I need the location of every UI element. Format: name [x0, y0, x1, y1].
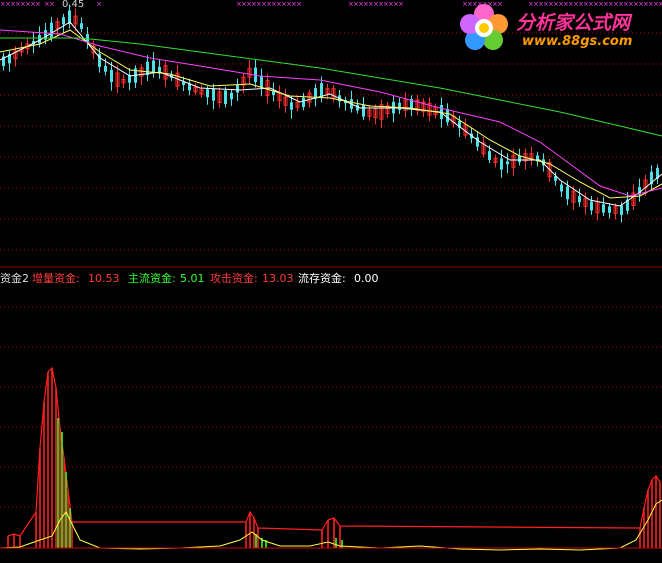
candle-body-down [566, 186, 569, 200]
legend-label-retained: 流存资金: [298, 271, 346, 285]
indicator-name: 资金2 [0, 271, 29, 285]
indicator-grid [0, 306, 662, 508]
flower-logo-icon [460, 4, 508, 50]
candle-body-down [62, 17, 65, 25]
watermark: 分析家公式网 www.88gs.com [458, 2, 662, 54]
candle-body-down [590, 201, 593, 211]
legend-label-mainstream: 主流资金: [128, 271, 176, 285]
indicator-legend: 资金2 增量资金: 10.53 主流资金: 5.01 攻击资金: 13.03 流… [0, 271, 379, 285]
price-label: 0.45 [62, 0, 84, 10]
legend-value-attack: 13.03 [262, 272, 294, 285]
legend-label-attack: 攻击资金: [210, 271, 258, 285]
candle-body-down [320, 83, 323, 97]
candle-body-down [158, 66, 161, 72]
candle-body-down [488, 151, 491, 161]
flow-line [0, 499, 662, 551]
signal-marker: × [398, 0, 404, 8]
chart-window: 0.45 × × × × × × × × × × × × × × × × × × × × × × × × × × × × × × × × × × ×… [0, 0, 662, 563]
candle-body-down [290, 102, 293, 110]
candle-body-down [230, 92, 233, 100]
candle-body-down [86, 34, 89, 42]
candle-body-down [578, 196, 581, 203]
candle-body-down [236, 85, 239, 93]
chart-canvas: 0.45 × × × × × × × × × × × × × × × × × × × × × × × × × × × × × × × × × × ×… [0, 0, 662, 551]
candle-body-down [446, 108, 449, 123]
candle-body-down [110, 69, 113, 83]
candle-body-down [260, 76, 263, 88]
candle-body-down [608, 206, 611, 213]
candle-body-down [506, 161, 509, 165]
candle-body-down [560, 184, 563, 192]
signal-marker: × [296, 0, 302, 8]
candle-body-down [398, 102, 401, 111]
legend-value-increment: 10.53 [88, 272, 120, 285]
candle-body-down [224, 90, 227, 104]
candle-body-down [500, 158, 503, 170]
legend-value-mainstream: 5.01 [180, 272, 205, 285]
candle-body-down [80, 23, 83, 29]
legend-value-retained: 0.00 [354, 272, 379, 285]
legend-label-increment: 增量资金: [32, 271, 80, 285]
watermark-url: www.88gs.com [522, 34, 633, 49]
watermark-title: 分析家公式网 [516, 12, 631, 34]
attack-fund-outline [7, 366, 661, 537]
candle-body-down [206, 89, 209, 98]
candle-body-down [302, 97, 305, 108]
fund-flow-bars [7, 366, 661, 548]
candle-body-down [620, 205, 623, 215]
candle-body-down [362, 104, 365, 117]
signal-marker: × [35, 0, 41, 8]
signal-marker: × [96, 0, 102, 8]
candle-body-down [50, 22, 53, 38]
candle-body-down [212, 88, 215, 101]
candle-body-down [602, 204, 605, 213]
candle-body-down [152, 60, 155, 74]
candle-body-down [104, 65, 107, 72]
signal-marker: × [49, 0, 55, 8]
